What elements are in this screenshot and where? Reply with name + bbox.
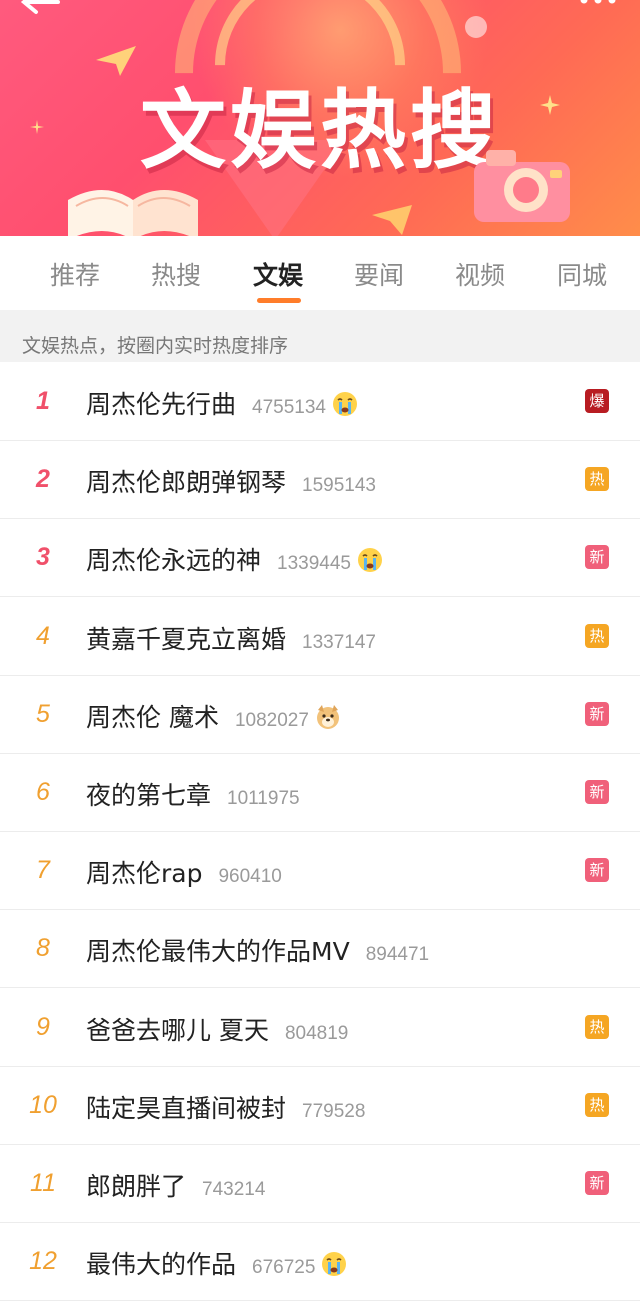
tab-local[interactable]: 同城 — [557, 256, 607, 296]
rank-number: 9 — [36, 1012, 50, 1041]
hot-search-row[interactable]: 6 夜的第七章 1011975 新 — [0, 754, 640, 832]
rank-number: 6 — [36, 778, 50, 806]
heat-count: 1339445 — [277, 553, 351, 575]
hot-search-row[interactable]: 4 黄嘉千夏克立离婚 1337147 热 — [0, 598, 640, 676]
topic-title: 周杰伦最伟大的作品MV — [86, 937, 350, 967]
topic: 陆定昊直播间被封 779528 — [86, 1089, 365, 1125]
back-arrow-icon[interactable] — [18, 0, 62, 22]
hot-search-row[interactable]: 3 周杰伦永远的神 1339445 新 — [0, 519, 640, 598]
hot-search-row[interactable]: 1 周杰伦先行曲 4755134 爆 — [0, 363, 640, 441]
heat-count: 743214 — [202, 1179, 266, 1200]
rank-number: 2 — [36, 465, 50, 494]
topic: 周杰伦先行曲 4755134 — [86, 385, 358, 421]
crying-face-icon — [357, 547, 383, 573]
tab-entertainment[interactable]: 文娱 — [253, 256, 303, 296]
topic-title: 周杰伦rap — [86, 859, 203, 889]
heat-count: 779528 — [302, 1100, 366, 1122]
status-badge-re: 热 — [585, 467, 609, 492]
bubble-icon — [465, 16, 487, 38]
rank-number: 12 — [29, 1247, 57, 1276]
status-badge-re: 热 — [585, 1014, 609, 1039]
topic-title: 郎朗胖了 — [86, 1172, 187, 1201]
tab-news[interactable]: 要闻 — [354, 256, 404, 296]
status-badge-re: 热 — [585, 623, 609, 648]
list-description-bar: 文娱热点，按圈内实时热度排序 — [0, 310, 640, 362]
status-badge-xin: 新 — [585, 858, 609, 883]
header-banner: 文娱热搜 — [0, 0, 640, 236]
status-badge-xin: 新 — [585, 1171, 609, 1195]
topic-title: 周杰伦永远的神 — [86, 546, 262, 576]
hot-search-row[interactable]: 7 周杰伦rap 960410 新 — [0, 832, 640, 911]
hot-search-row[interactable]: 5 周杰伦 魔术 1082027 新 — [0, 676, 640, 754]
tab-video[interactable]: 视频 — [455, 256, 505, 296]
category-tabs: 推荐 热搜 文娱 要闻 视频 同城 — [0, 236, 640, 310]
heat-count: 1082027 — [234, 709, 309, 731]
topic-title: 爸爸去哪儿 夏天 — [86, 1015, 269, 1045]
topic: 周杰伦最伟大的作品MV 894471 — [86, 932, 429, 968]
active-tab-indicator — [257, 298, 301, 303]
rank-number: 7 — [36, 856, 50, 885]
heat-count: 1595143 — [302, 475, 376, 497]
topic: 夜的第七章 1011975 — [86, 776, 300, 812]
hot-search-row[interactable]: 8 周杰伦最伟大的作品MV 894471 — [0, 910, 640, 989]
rank-number: 8 — [36, 934, 50, 963]
hot-search-row[interactable]: 2 周杰伦郎朗弹钢琴 1595143 热 — [0, 441, 640, 520]
topic: 周杰伦 魔术 1082027 — [86, 698, 341, 734]
status-badge-re: 热 — [585, 1092, 609, 1117]
crying-face-icon — [321, 1251, 347, 1277]
heat-count: 1337147 — [302, 631, 376, 653]
hot-search-row[interactable]: 10 陆定昊直播间被封 779528 热 — [0, 1067, 640, 1145]
crying-face-icon — [332, 391, 358, 417]
topic-title: 周杰伦 魔术 — [86, 702, 219, 732]
topic: 最伟大的作品 676725 — [86, 1245, 347, 1281]
open-book-icon — [68, 190, 198, 236]
topic: 周杰伦郎朗弹钢琴 1595143 — [86, 463, 376, 499]
topic-title: 周杰伦郎朗弹钢琴 — [86, 468, 287, 498]
status-badge-bao: 爆 — [585, 389, 609, 413]
hot-search-row[interactable]: 11 郎朗胖了 743214 新 — [0, 1145, 640, 1223]
topic-title: 最伟大的作品 — [86, 1250, 237, 1280]
rank-number: 11 — [30, 1169, 56, 1197]
tab-hot-search[interactable]: 热搜 — [151, 256, 201, 296]
topic-title: 陆定昊直播间被封 — [86, 1093, 287, 1123]
status-badge-xin: 新 — [585, 701, 609, 726]
status-badge-xin: 新 — [585, 780, 609, 804]
heat-count: 804819 — [284, 1022, 349, 1044]
rank-number: 4 — [36, 621, 50, 650]
rank-number: 5 — [36, 699, 50, 728]
topic-title: 周杰伦先行曲 — [86, 390, 237, 419]
more-options-icon[interactable] — [578, 0, 622, 10]
heat-count: 894471 — [365, 944, 430, 966]
topic-title: 夜的第七章 — [86, 781, 212, 810]
hot-search-row[interactable]: 9 爸爸去哪儿 夏天 804819 热 — [0, 989, 640, 1067]
hot-search-row[interactable]: 12 最伟大的作品 676725 — [0, 1223, 640, 1302]
heat-count: 1011975 — [227, 788, 300, 809]
topic-title: 黄嘉千夏克立离婚 — [86, 624, 287, 654]
rank-number: 1 — [36, 387, 50, 415]
heat-count: 960410 — [218, 866, 282, 888]
topic: 黄嘉千夏克立离婚 1337147 — [86, 620, 376, 656]
list-description: 文娱热点，按圈内实时热度排序 — [22, 335, 289, 357]
tab-recommend[interactable]: 推荐 — [50, 256, 100, 296]
rank-number: 3 — [36, 543, 50, 572]
topic: 爸爸去哪儿 夏天 804819 — [86, 1011, 348, 1047]
topic: 周杰伦永远的神 1339445 — [86, 541, 383, 577]
heat-count: 4755134 — [252, 397, 326, 418]
rank-number: 10 — [29, 1090, 57, 1119]
status-badge-xin: 新 — [585, 545, 609, 570]
doge-icon — [315, 704, 341, 730]
topic: 郎朗胖了 743214 — [86, 1167, 265, 1203]
topic: 周杰伦rap 960410 — [86, 854, 282, 890]
paper-plane-icon — [372, 205, 412, 235]
heat-count: 676725 — [252, 1257, 316, 1279]
camera-icon — [474, 150, 570, 222]
